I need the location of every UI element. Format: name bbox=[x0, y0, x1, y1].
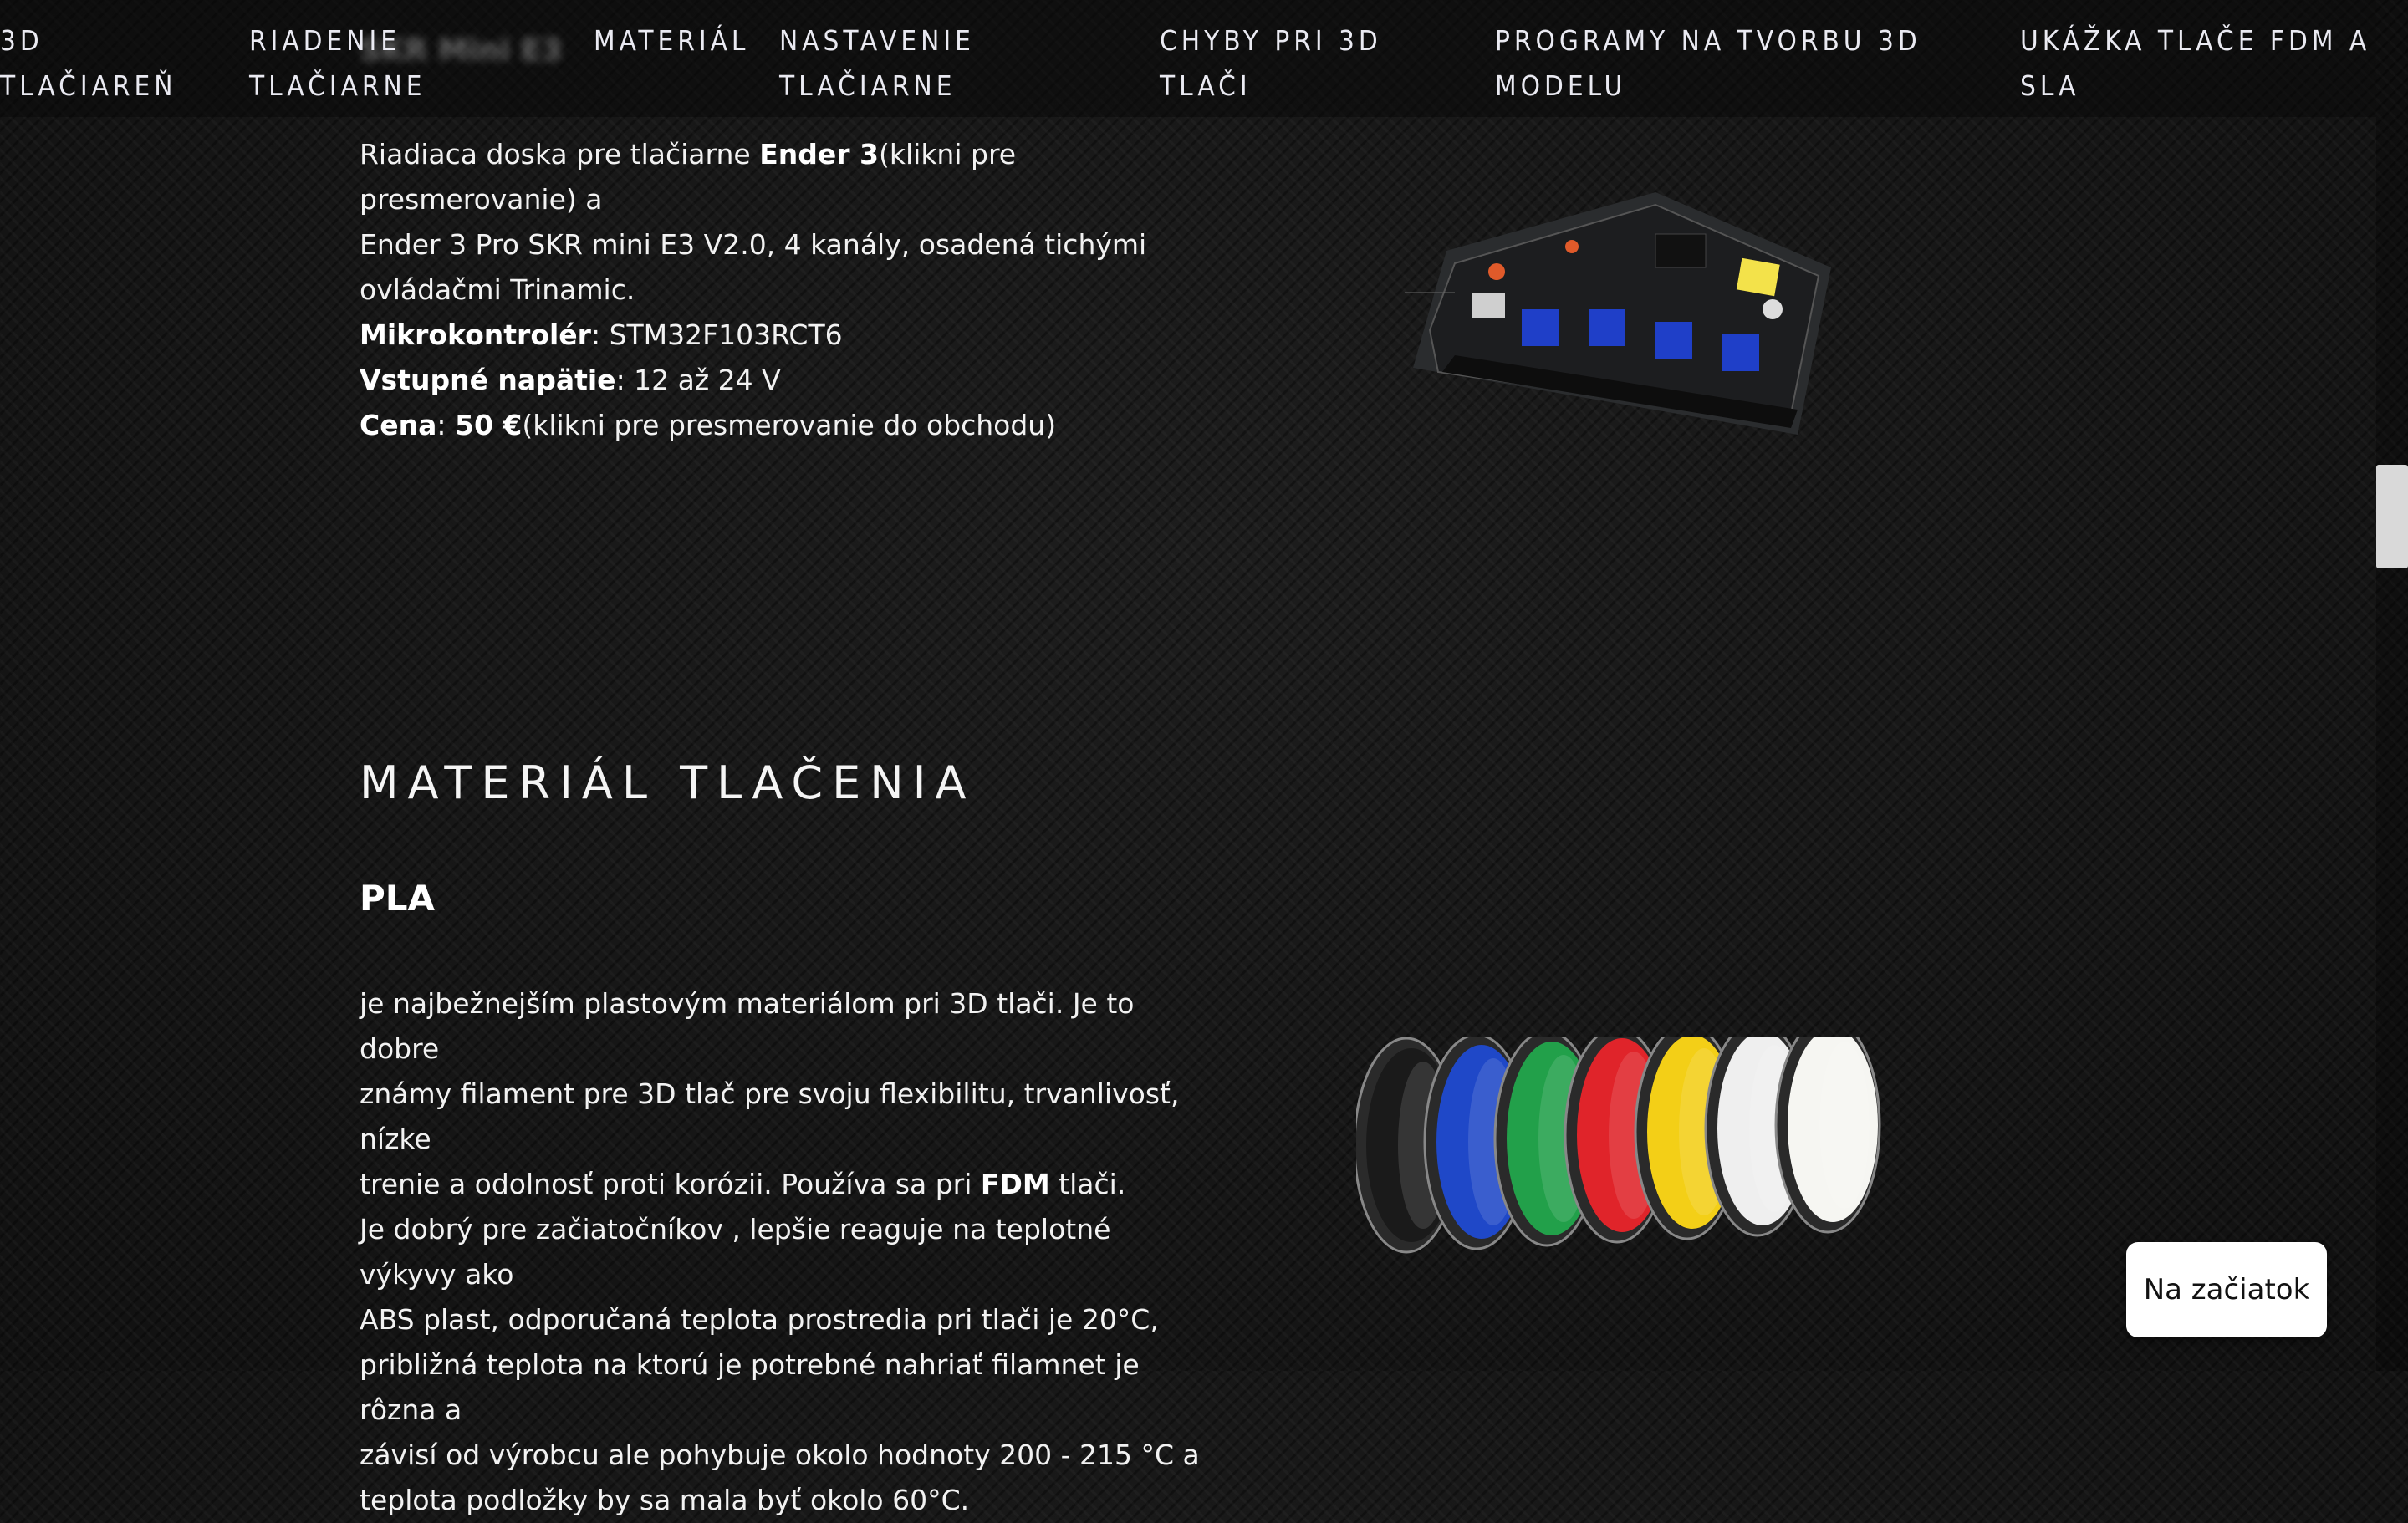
pla-line-8: teplota podložky by sa mala byť okolo 60… bbox=[360, 1484, 970, 1516]
nav-item-material[interactable]: MATERIÁL bbox=[594, 18, 749, 64]
board-intro: Riadiaca doska pre tlačiarne Ender 3(kli… bbox=[360, 132, 1212, 222]
pla-title: PLA bbox=[360, 878, 436, 919]
voltage-value: : 12 až 24 V bbox=[615, 364, 781, 396]
pla-line-3: trenie a odolnosť proti korózii. Používa… bbox=[360, 1162, 1212, 1207]
pla-line-1: je najbežnejším plastovým materiálom pri… bbox=[360, 987, 1135, 1065]
board-line-3: ovládačmi Trinamic. bbox=[360, 273, 635, 306]
section-title-material: MATERIÁL TLAČENIA bbox=[360, 756, 976, 809]
pla-line-4: Je dobrý pre začiatočníkov , lepšie reag… bbox=[360, 1213, 1111, 1291]
nav-item-print-errors[interactable]: CHYBY PRI 3D TLAČI bbox=[1160, 18, 1382, 109]
pla-description: je najbežnejším plastovým materiálom pri… bbox=[360, 981, 1212, 1523]
price-link[interactable]: 50 € bbox=[455, 409, 522, 441]
price-label: Cena bbox=[360, 409, 437, 441]
pla-line-3-text: trenie a odolnosť proti korózii. Používa… bbox=[360, 1168, 981, 1200]
board-mcu: Mikrokontrolér: STM32F103RCT6 bbox=[360, 313, 1212, 358]
pla-line-2: známy filament pre 3D tlač pre svoju fle… bbox=[360, 1077, 1180, 1155]
nav-item-printer-control[interactable]: RIADENIE TLAČIARNE bbox=[249, 18, 426, 109]
price-note: (klikni pre presmerovanie do obchodu) bbox=[522, 409, 1057, 441]
board-voltage: Vstupné napätie: 12 až 24 V bbox=[360, 358, 1212, 403]
top-navigation: SKR Mini E3 3D TLAČIAREŇ RIADENIE TLAČIA… bbox=[0, 0, 2376, 117]
board-intro-text: Riadiaca doska pre tlačiarne bbox=[360, 138, 760, 171]
filament-spools-illustration bbox=[1356, 1037, 1881, 1254]
pla-line-7: závisí od výrobcu ale pohybuje okolo hod… bbox=[360, 1439, 1200, 1471]
nav-item-printer-settings[interactable]: NASTAVENIE TLAČIARNE bbox=[779, 18, 975, 109]
price-separator: : bbox=[436, 409, 455, 441]
control-board-image bbox=[1405, 184, 1839, 451]
filament-spools-image bbox=[1356, 1037, 1903, 1287]
pla-line-6: približná teplota na ktorú je potrebné n… bbox=[360, 1348, 1140, 1426]
scrollbar-thumb[interactable] bbox=[2376, 465, 2408, 568]
nav-item-fdm-sla-demo[interactable]: UKÁŽKA TLAČE FDM A SLA bbox=[2020, 18, 2370, 109]
mcu-value: : STM32F103RCT6 bbox=[590, 318, 843, 351]
mcu-label: Mikrokontrolér bbox=[360, 318, 591, 351]
board-line-2: Ender 3 Pro SKR mini E3 V2.0, 4 kanály, … bbox=[360, 228, 1147, 261]
control-board-illustration bbox=[1405, 192, 1831, 435]
scrollbar-track[interactable] bbox=[2376, 0, 2408, 1371]
back-to-top-button[interactable]: Na začiatok bbox=[2126, 1242, 2327, 1337]
ender3-link[interactable]: Ender 3 bbox=[759, 138, 879, 171]
nav-item-3d-modeling-software[interactable]: PROGRAMY NA TVORBU 3D MODELU bbox=[1495, 18, 1921, 109]
pla-line-3-end: tlači. bbox=[1049, 1168, 1126, 1200]
filament-spool bbox=[1774, 1037, 1881, 1234]
board-price: Cena: 50 €(klikni pre presmerovanie do o… bbox=[360, 403, 1212, 448]
fdm-bold: FDM bbox=[980, 1168, 1050, 1200]
pla-line-5: ABS plast, odporučaná teplota prostredia… bbox=[360, 1303, 1159, 1336]
nav-item-3d-printer[interactable]: 3D TLAČIAREŇ bbox=[0, 18, 177, 109]
board-description: Riadiaca doska pre tlačiarne Ender 3 (kli… bbox=[360, 132, 1212, 448]
voltage-label: Vstupné napätie bbox=[360, 364, 616, 396]
